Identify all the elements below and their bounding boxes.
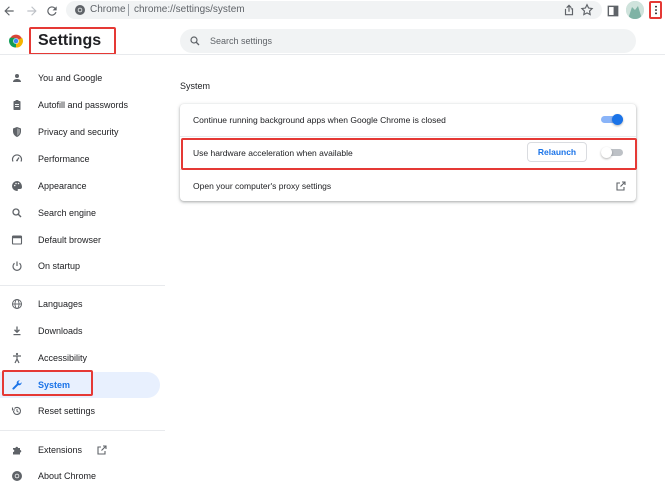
three-dots-vertical-icon [654, 5, 657, 15]
sidebar-item-extensions[interactable]: Extensions [0, 437, 165, 463]
accessibility-icon [11, 352, 23, 364]
sidebar-item-you-and-google[interactable]: You and Google [0, 65, 165, 91]
url-text[interactable]: chrome://settings/system [134, 4, 245, 16]
sidebar-item-label: Languages [38, 299, 83, 309]
sidebar-item-label: Default browser [38, 235, 102, 245]
sidebar-item-label: Extensions [38, 445, 83, 455]
back-icon[interactable] [1, 3, 17, 19]
sidebar-divider [0, 285, 165, 286]
system-item-highlight [2, 370, 93, 396]
browser-toolbar: Chrome chrome://settings/system [0, 0, 665, 22]
search-icon [11, 207, 23, 219]
external-link-icon[interactable] [615, 180, 627, 192]
sidebar-item-search-engine[interactable]: Search engine [0, 200, 165, 226]
power-icon [11, 260, 23, 272]
profile-avatar[interactable] [626, 1, 644, 19]
hardware-acceleration-highlight [181, 138, 637, 170]
chrome-site-icon [75, 5, 85, 15]
sidebar-item-downloads[interactable]: Downloads [0, 318, 165, 344]
sidebar-item-performance[interactable]: Performance [0, 146, 165, 172]
sidebar-item-label: Privacy and security [38, 127, 119, 137]
search-input[interactable] [210, 34, 610, 48]
header-divider [0, 54, 665, 55]
sidebar-item-label: Appearance [38, 181, 87, 191]
sidebar-item-label: Performance [38, 154, 90, 164]
sidebar-item-accessibility[interactable]: Accessibility [0, 345, 165, 371]
search-icon [190, 36, 200, 46]
sidebar-item-privacy[interactable]: Privacy and security [0, 119, 165, 145]
sidebar-item-languages[interactable]: Languages [0, 291, 165, 317]
sidebar-item-label: Search engine [38, 208, 97, 218]
address-bar[interactable]: Chrome chrome://settings/system [66, 1, 602, 19]
section-title: System [180, 81, 211, 91]
puzzle-icon [11, 444, 23, 456]
sidebar-item-label: Autofill and passwords [38, 100, 129, 110]
browser-menu-button[interactable] [649, 1, 662, 19]
sidebar-item-autofill[interactable]: Autofill and passwords [0, 92, 165, 118]
search-bar[interactable] [180, 29, 636, 53]
clipboard-icon [11, 99, 23, 111]
sidebar-item-about-chrome[interactable]: About Chrome [0, 463, 165, 489]
chrome-logo-icon [11, 470, 23, 482]
palette-icon [11, 180, 23, 192]
sidebar-item-reset-settings[interactable]: Reset settings [0, 398, 165, 424]
sidebar-item-label: You and Google [38, 73, 103, 83]
download-icon [11, 325, 23, 337]
background-apps-toggle[interactable] [601, 114, 623, 125]
sidebar-item-label: On startup [38, 261, 81, 271]
background-apps-row[interactable]: Continue running background apps when Go… [180, 104, 636, 136]
reload-icon[interactable] [44, 3, 60, 19]
browser-window-icon [11, 234, 23, 246]
history-icon [11, 405, 23, 417]
chrome-logo-icon [9, 34, 23, 48]
shield-icon [11, 126, 23, 138]
sidebar-item-label: Downloads [38, 326, 83, 336]
side-panel-icon[interactable] [605, 3, 621, 19]
forward-icon[interactable] [24, 3, 40, 19]
proxy-settings-row[interactable]: Open your computer's proxy settings [180, 170, 636, 202]
sidebar-item-on-startup[interactable]: On startup [0, 253, 165, 279]
sidebar-item-label: Accessibility [38, 353, 88, 363]
row-label: Continue running background apps when Go… [193, 115, 446, 125]
bookmark-star-icon[interactable] [580, 3, 594, 17]
globe-icon [11, 298, 23, 310]
external-link-icon [97, 445, 107, 455]
sidebar-item-label: Reset settings [38, 406, 96, 416]
sidebar-item-default-browser[interactable]: Default browser [0, 227, 165, 253]
page-title: Settings [38, 32, 102, 49]
sidebar-item-label: About Chrome [38, 471, 97, 481]
omnibox-separator [128, 4, 129, 16]
sidebar-item-appearance[interactable]: Appearance [0, 173, 165, 199]
share-icon[interactable] [562, 3, 576, 17]
toggle-knob [612, 114, 623, 125]
speedometer-icon [11, 153, 23, 165]
site-label: Chrome [90, 4, 126, 15]
sidebar-divider [0, 430, 165, 431]
row-label: Open your computer's proxy settings [193, 181, 332, 191]
person-icon [11, 72, 23, 84]
